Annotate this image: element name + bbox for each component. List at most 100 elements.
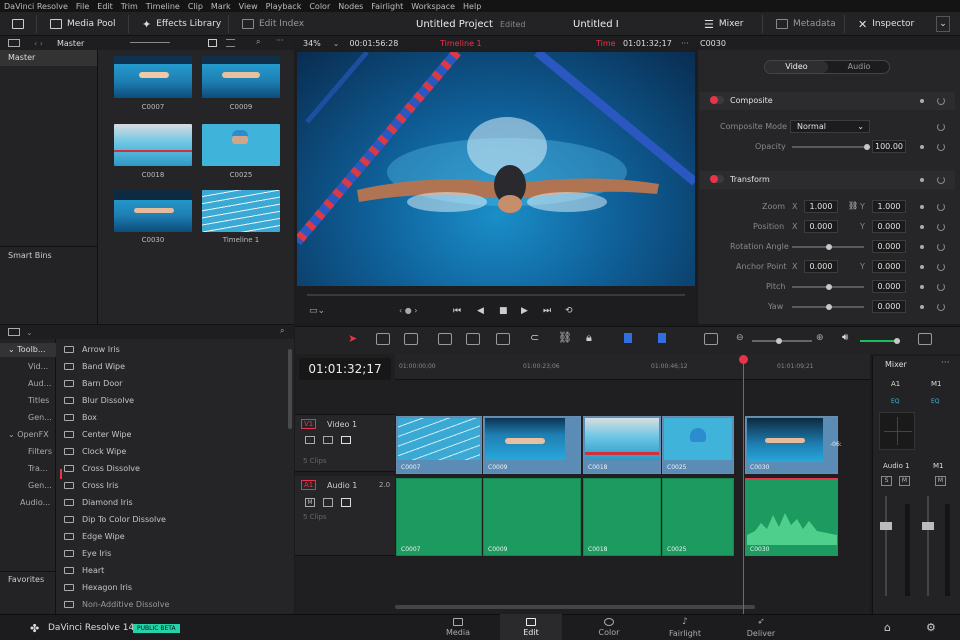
- grid-view-icon[interactable]: [208, 39, 217, 47]
- menu-trim[interactable]: Trim: [121, 2, 138, 11]
- tree-titles[interactable]: Titles: [28, 396, 49, 405]
- video-clip-c0018[interactable]: C0018: [583, 416, 661, 474]
- go-to-end-icon[interactable]: ⏭: [543, 306, 551, 316]
- monitor-icon[interactable]: [12, 16, 24, 32]
- trim-tool-icon[interactable]: [376, 333, 390, 345]
- reset-icon[interactable]: [937, 203, 945, 211]
- video-frame[interactable]: [297, 52, 695, 286]
- play-reverse-icon[interactable]: ◀: [477, 306, 484, 316]
- page-tab-color[interactable]: Color: [578, 614, 640, 640]
- effect-cross-iris[interactable]: Cross Iris: [64, 477, 119, 494]
- playhead-handle[interactable]: [739, 355, 748, 364]
- opacity-knob[interactable]: [864, 144, 870, 150]
- menu-workspace[interactable]: Workspace: [411, 2, 455, 11]
- anchor-y-value[interactable]: 0.000: [872, 260, 906, 273]
- zoom-in-icon[interactable]: ⊕: [816, 333, 824, 343]
- rotation-value[interactable]: 0.000: [872, 240, 906, 253]
- page-tab-deliver[interactable]: ➶ Deliver: [730, 614, 792, 640]
- sidebar-toggle-icon[interactable]: [8, 328, 20, 336]
- anchor-x-value[interactable]: 0.000: [804, 260, 838, 273]
- clip-thumbnail-c0030[interactable]: [114, 190, 192, 232]
- menu-app-name[interactable]: DaVinci Resolve: [4, 2, 68, 11]
- back-icon[interactable]: ‹ ›: [34, 39, 43, 48]
- tree-filters[interactable]: Filters: [28, 447, 52, 456]
- position-x-value[interactable]: 0.000: [804, 220, 838, 233]
- effects-library-button[interactable]: ✦ Effects Library: [142, 16, 221, 32]
- metadata-button[interactable]: Metadata: [776, 16, 836, 32]
- master-mute-button[interactable]: M: [935, 476, 946, 486]
- menu-edit[interactable]: Edit: [97, 2, 113, 11]
- auto-select-icon[interactable]: [323, 498, 333, 507]
- reset-icon[interactable]: [937, 283, 945, 291]
- timeline-thumbnail[interactable]: [202, 190, 280, 232]
- tree-audio-fx[interactable]: Audio...: [20, 498, 50, 507]
- effect-clock-wipe[interactable]: Clock Wipe: [64, 443, 126, 460]
- page-tab-edit[interactable]: Edit: [500, 614, 562, 640]
- reset-icon[interactable]: [937, 176, 945, 184]
- flag-icon[interactable]: [624, 333, 632, 343]
- tree-openfx[interactable]: ⌄ OpenFX: [8, 430, 49, 439]
- auto-select-icon[interactable]: [323, 436, 333, 444]
- video-clip-c0030[interactable]: C0030 -06:: [745, 416, 842, 474]
- menu-file[interactable]: File: [76, 2, 89, 11]
- marker-icon[interactable]: [658, 333, 666, 343]
- volume-knob[interactable]: [894, 338, 900, 344]
- lock-icon[interactable]: 🔒︎: [586, 331, 592, 345]
- reset-icon[interactable]: [937, 97, 945, 105]
- playhead[interactable]: [743, 356, 744, 614]
- search-icon[interactable]: ⌕: [280, 326, 284, 336]
- timeline-ruler[interactable]: 01:00:00;00 01:00:23;06 01:00:46;12 01:0…: [395, 354, 870, 380]
- overwrite-clip-icon[interactable]: [466, 333, 480, 345]
- pan-control[interactable]: [879, 412, 915, 450]
- menu-clip[interactable]: Clip: [188, 2, 203, 11]
- tree-generators[interactable]: Gen...: [28, 413, 52, 422]
- keyframe-icon[interactable]: [920, 145, 924, 149]
- video-clip-c0009[interactable]: C0009: [483, 416, 581, 474]
- keyframe-icon[interactable]: [920, 178, 924, 182]
- menu-nodes[interactable]: Nodes: [338, 2, 363, 11]
- eq-m1[interactable]: EQ: [931, 398, 940, 405]
- replace-clip-icon[interactable]: [496, 333, 510, 345]
- reset-icon[interactable]: [937, 123, 945, 131]
- reset-icon[interactable]: [937, 263, 945, 271]
- reset-icon[interactable]: [937, 243, 945, 251]
- effect-edge-wipe[interactable]: Edge Wipe: [64, 528, 125, 545]
- mute-button[interactable]: M: [899, 476, 910, 486]
- loop-icon[interactable]: ⟲: [565, 306, 573, 316]
- timeline-zoom-knob[interactable]: [776, 338, 782, 344]
- keyframe-icon[interactable]: [920, 265, 924, 269]
- mute-button[interactable]: M: [305, 498, 315, 507]
- tree-generators-fx[interactable]: Gen...: [28, 481, 52, 490]
- effect-heart[interactable]: Heart: [64, 562, 104, 579]
- keyframe-icon[interactable]: [920, 285, 924, 289]
- list-view-icon[interactable]: [226, 39, 235, 47]
- select-tool-icon[interactable]: ➤: [348, 332, 357, 345]
- edit-index-button[interactable]: Edit Index: [242, 16, 304, 32]
- zoom-out-icon[interactable]: ⊖: [736, 333, 744, 343]
- composite-section-header[interactable]: Composite: [700, 92, 955, 110]
- page-tab-media[interactable]: Media: [427, 614, 489, 640]
- rotation-knob[interactable]: [826, 244, 832, 250]
- blade-tool-icon[interactable]: [404, 333, 418, 345]
- menu-mark[interactable]: Mark: [211, 2, 231, 11]
- effect-eye-iris[interactable]: Eye Iris: [64, 545, 111, 562]
- tree-transitions[interactable]: Tra...: [28, 464, 48, 473]
- timeline-scrollbar[interactable]: [395, 605, 755, 609]
- tree-video[interactable]: Vid...: [28, 362, 48, 371]
- effect-box[interactable]: Box: [64, 409, 97, 426]
- mixer-button[interactable]: ☰ Mixer: [704, 16, 743, 32]
- tree-audio[interactable]: Aud...: [28, 379, 51, 388]
- keyframe-icon[interactable]: [920, 205, 924, 209]
- fader-a1[interactable]: [880, 522, 892, 530]
- reset-icon[interactable]: [937, 303, 945, 311]
- more-options-icon[interactable]: ···: [681, 39, 689, 48]
- page-tab-fairlight[interactable]: ♪ Fairlight: [654, 614, 716, 640]
- keyframe-icon[interactable]: [920, 305, 924, 309]
- effect-center-wipe[interactable]: Center Wipe: [64, 426, 131, 443]
- timeline-zoom-slider[interactable]: [752, 340, 812, 342]
- jog-icon[interactable]: ‹ ● ›: [399, 306, 417, 315]
- effect-barn-door[interactable]: Barn Door: [64, 375, 122, 392]
- clip-thumbnail-c0025[interactable]: [202, 124, 280, 166]
- play-icon[interactable]: ▶: [521, 306, 528, 316]
- sidebar-toggle-icon[interactable]: [8, 39, 20, 47]
